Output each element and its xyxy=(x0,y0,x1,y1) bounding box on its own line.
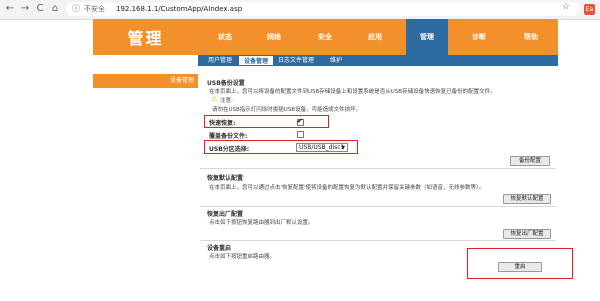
factory-reset-title: 恢复出厂配置 xyxy=(207,211,244,218)
restore-default-desc: 在本页面上，您可以通过点击'恢复配置'使将设备的配置恢复为默认配置并保留关键参数… xyxy=(209,185,485,191)
tab-help[interactable]: 帮助 xyxy=(510,19,552,55)
tab-network[interactable]: 网络 xyxy=(254,19,294,55)
forward-icon[interactable]: → xyxy=(19,3,31,15)
subnav-log-management[interactable]: 日志文件管理 xyxy=(278,55,326,66)
overwrite-backup-label: 覆盖备份文件: xyxy=(209,133,248,140)
overwrite-backup-checkbox[interactable] xyxy=(297,131,304,138)
divider xyxy=(200,206,556,207)
reload-icon[interactable]: C xyxy=(34,3,46,15)
info-icon[interactable]: ⓘ xyxy=(72,4,81,13)
warning-icon: ⚠ xyxy=(211,95,218,103)
tab-diagnosis[interactable]: 诊断 xyxy=(458,19,500,55)
subnav-user-management[interactable]: 用户管理 xyxy=(208,55,238,66)
url-text[interactable]: 192.168.1.1/CustomApp/AIndex.asp xyxy=(116,3,242,15)
highlight-usb-partition xyxy=(204,140,358,154)
note-text: 请勿在USB指示灯闪烁时拔插USB设备，可能造成文件损坏。 xyxy=(212,107,362,113)
subnav-device-management[interactable]: 设备管理 xyxy=(238,55,274,66)
usb-backup-desc: 在本页面上，您可以将设备的配置文件到USB存储设备上和设置系统是否从USB存储设… xyxy=(209,89,496,95)
usb-backup-title: USB备份设置 xyxy=(207,80,245,87)
home-icon[interactable]: ⌂ xyxy=(49,3,61,15)
sidebar xyxy=(93,66,198,301)
divider xyxy=(200,168,556,169)
tab-security[interactable]: 安全 xyxy=(305,19,345,55)
reboot-title: 设备重启 xyxy=(207,245,232,252)
restore-default-title: 恢复默认配置 xyxy=(207,175,244,182)
tab-status[interactable]: 状态 xyxy=(205,19,245,55)
tab-application[interactable]: 应用 xyxy=(355,19,395,55)
bookmark-star-icon[interactable]: ☆ xyxy=(562,3,570,12)
highlight-quick-restore xyxy=(204,115,329,128)
note-label: 注意: xyxy=(220,98,233,104)
extension-icon[interactable]: Ea xyxy=(584,4,595,15)
logo-block: 管理 xyxy=(93,19,198,55)
logo-strip xyxy=(93,55,198,66)
back-icon[interactable]: ← xyxy=(4,3,16,15)
browser-toolbar: ← → C ⌂ ⓘ 不安全 192.168.1.1/CustomApp/AInd… xyxy=(0,0,600,20)
divider xyxy=(200,240,556,241)
subnav-maintenance[interactable]: 维护 xyxy=(330,55,350,66)
backup-config-button[interactable]: 备份配置 xyxy=(510,156,550,166)
address-bar[interactable]: ⓘ 不安全 192.168.1.1/CustomApp/AIndex.asp xyxy=(66,2,581,16)
reboot-desc: 点击如下按钮重启路由器。 xyxy=(209,254,276,260)
tab-management[interactable]: 管理 xyxy=(406,19,448,55)
factory-reset-button[interactable]: 恢复出厂配置 xyxy=(503,229,551,239)
restore-default-button[interactable]: 恢复默认配置 xyxy=(503,194,551,204)
sidebar-item-device-management[interactable]: 设备管理 xyxy=(93,74,198,88)
security-label: 不安全 xyxy=(84,5,105,13)
logo-text: 管理 xyxy=(127,29,164,48)
factory-reset-desc: 点击如下按钮恢复路由器到出厂默认设置。 xyxy=(209,220,314,226)
highlight-reboot xyxy=(467,248,573,279)
